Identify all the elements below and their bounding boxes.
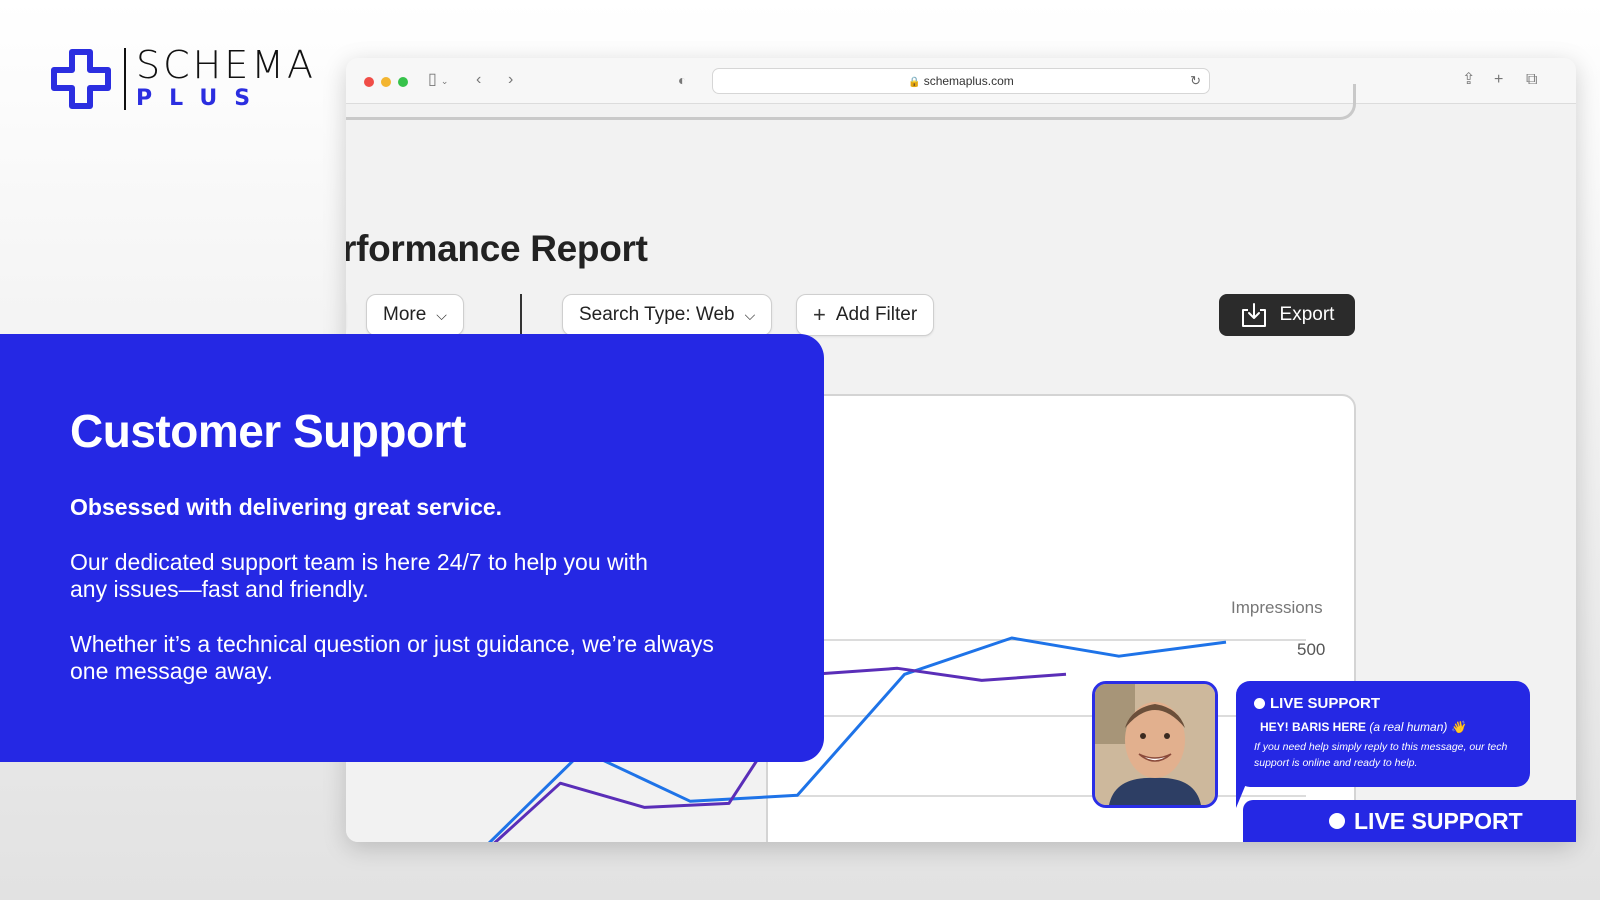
new-tab-icon[interactable]: + xyxy=(1494,70,1503,90)
live-support-button[interactable]: LIVE SUPPORT xyxy=(1243,800,1576,842)
chart-y-tick: 500 xyxy=(1297,640,1326,659)
logo-subword: PLUS xyxy=(136,86,268,111)
panel-title: Customer Support xyxy=(70,405,466,457)
schema-plus-logo: SCHEMA PLUS xyxy=(50,46,316,112)
share-icon[interactable]: ⇪ xyxy=(1462,70,1475,90)
logo-wordmark: SCHEMA xyxy=(136,43,317,87)
customer-support-panel: Customer Support Obsessed with deliverin… xyxy=(0,334,824,762)
panel-body-2: Whether it’s a technical question or jus… xyxy=(70,631,714,684)
tab-overview-icon[interactable]: ⧉ xyxy=(1526,70,1537,90)
agent-photo xyxy=(1095,684,1215,805)
medical-cross-icon xyxy=(51,49,111,109)
logo-divider xyxy=(124,48,126,110)
live-indicator-icon xyxy=(1254,698,1265,709)
panel-body-1: Our dedicated support team is here 24/7 … xyxy=(70,549,648,602)
agent-greeting: HEY! BARIS HERE (a real human) 👋 xyxy=(1260,720,1466,734)
live-support-bubble[interactable]: LIVE SUPPORT HEY! BARIS HERE (a real hum… xyxy=(1236,681,1530,787)
support-message: If you need help simply reply to this me… xyxy=(1254,741,1508,769)
live-indicator-icon xyxy=(1329,813,1345,829)
live-status: LIVE SUPPORT xyxy=(1254,695,1512,712)
panel-lead: Obsessed with delivering great service. xyxy=(70,494,503,520)
support-agent-avatar[interactable] xyxy=(1092,681,1218,808)
chart-y-axis-title: Impressions xyxy=(1231,598,1323,617)
live-support-label: LIVE SUPPORT xyxy=(1354,807,1523,834)
